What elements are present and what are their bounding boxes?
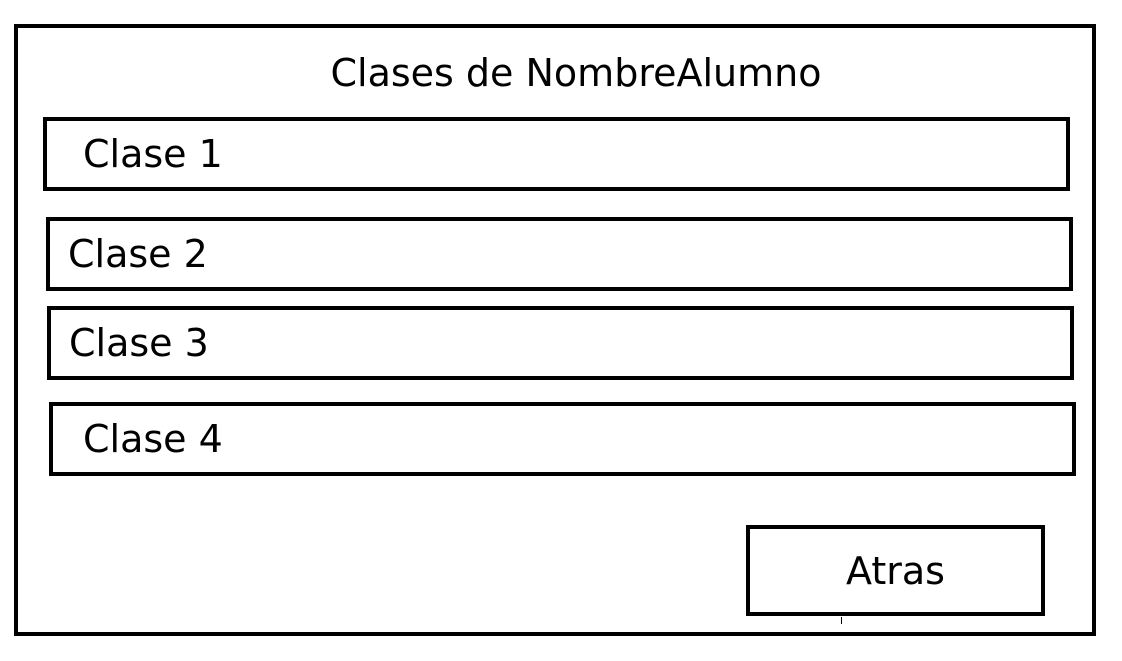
back-button[interactable]: Atras bbox=[746, 525, 1045, 616]
class-item-1[interactable]: Clase 1 bbox=[43, 117, 1070, 191]
small-tick-mark bbox=[841, 617, 842, 624]
class-item-3[interactable]: Clase 3 bbox=[47, 306, 1074, 380]
page-title: Clases de NombreAlumno bbox=[330, 51, 822, 95]
class-item-4[interactable]: Clase 4 bbox=[49, 402, 1076, 476]
class-item-2[interactable]: Clase 2 bbox=[46, 217, 1073, 291]
